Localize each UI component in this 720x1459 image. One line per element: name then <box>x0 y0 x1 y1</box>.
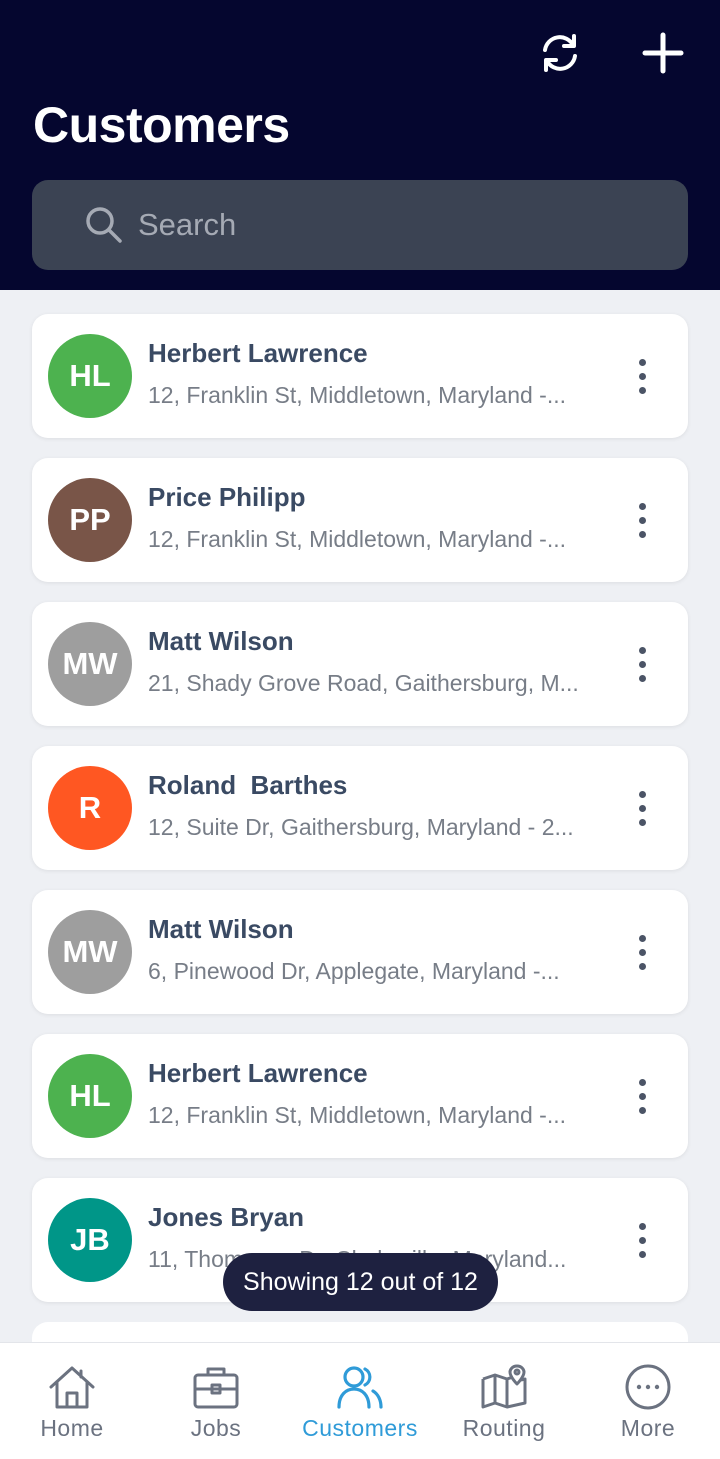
customer-name: Roland Barthes <box>148 770 348 800</box>
app-header: Customers <box>0 0 720 290</box>
avatar: PP <box>48 478 132 562</box>
avatar: HL <box>48 334 132 418</box>
avatar: MW <box>48 910 132 994</box>
page-title: Customers <box>33 97 290 153</box>
users-icon <box>337 1366 383 1409</box>
customer-card-partial[interactable] <box>32 1322 688 1342</box>
tab-more[interactable]: More <box>576 1343 720 1459</box>
map-icon <box>481 1364 527 1409</box>
more-vertical-icon[interactable] <box>622 636 662 692</box>
customer-address: 6, Pinewood Dr, Applegate, Maryland -... <box>148 958 560 984</box>
more-vertical-icon[interactable] <box>622 1068 662 1124</box>
more-vertical-icon[interactable] <box>622 492 662 548</box>
plus-icon <box>642 32 684 74</box>
tab-routing[interactable]: Routing <box>432 1343 576 1459</box>
more-vertical-icon[interactable] <box>622 924 662 980</box>
customer-address: 21, Shady Grove Road, Gaithersburg, M... <box>148 670 579 696</box>
customer-name: Matt Wilson <box>148 626 294 656</box>
more-vertical-icon[interactable] <box>622 348 662 404</box>
customer-name: Herbert Lawrence <box>148 1058 368 1088</box>
result-count-toast: Showing 12 out of 12 <box>223 1253 498 1311</box>
more-vertical-icon[interactable] <box>622 1212 662 1268</box>
more-vertical-icon[interactable] <box>622 780 662 836</box>
avatar: MW <box>48 622 132 706</box>
avatar: JB <box>48 1198 132 1282</box>
customer-card[interactable]: MW Matt Wilson 6, Pinewood Dr, Applegate, … <box>32 890 688 1014</box>
tab-home[interactable]: Home <box>0 1343 144 1459</box>
add-customer-button[interactable] <box>633 23 693 83</box>
tab-label: Customers <box>302 1415 418 1441</box>
refresh-button[interactable] <box>530 23 590 83</box>
customer-name: Jones Bryan <box>148 1202 305 1232</box>
customer-name: Herbert Lawrence <box>148 338 368 368</box>
customer-address: 12, Suite Dr, Gaithersburg, Maryland - 2… <box>148 814 574 840</box>
customer-address: 12, Franklin St, Middletown, Maryland -.… <box>148 526 566 552</box>
tab-label: Routing <box>462 1415 546 1441</box>
search-bar[interactable] <box>32 180 688 270</box>
tab-label: More <box>620 1415 676 1441</box>
customer-card[interactable]: HL Herbert Lawrence 12, Franklin St, Middl… <box>32 1034 688 1158</box>
tab-label: Jobs <box>190 1415 242 1441</box>
avatar: HL <box>48 1054 132 1138</box>
search-input[interactable] <box>138 200 658 250</box>
customer-address: 12, Franklin St, Middletown, Maryland -.… <box>148 1102 566 1128</box>
more-icon <box>625 1364 671 1410</box>
avatar: R <box>48 766 132 850</box>
search-icon <box>86 207 122 243</box>
customer-card[interactable]: R Roland Barthes 12, Suite Dr, Gaithersbur… <box>32 746 688 870</box>
home-icon <box>49 1366 95 1409</box>
tab-jobs[interactable]: Jobs <box>144 1343 288 1459</box>
customer-card[interactable]: HL Herbert Lawrence 12, Franklin St, Middl… <box>32 314 688 438</box>
bottom-tab-bar: Home Jobs Customers Routing More <box>0 1342 720 1459</box>
customer-card[interactable]: PP Price Philipp 12, Franklin St, Middleto… <box>32 458 688 582</box>
tab-label: Home <box>40 1415 104 1441</box>
tab-customers[interactable]: Customers <box>288 1343 432 1459</box>
customer-list[interactable]: HL Herbert Lawrence 12, Franklin St, Middl… <box>0 290 720 1342</box>
briefcase-icon <box>193 1367 239 1409</box>
customer-card[interactable]: MW Matt Wilson 21, Shady Grove Road, Gaith… <box>32 602 688 726</box>
customer-name: Matt Wilson <box>148 914 294 944</box>
refresh-icon <box>543 34 577 72</box>
customer-name: Price Philipp <box>148 482 306 512</box>
customer-address: 12, Franklin St, Middletown, Maryland -.… <box>148 382 566 408</box>
